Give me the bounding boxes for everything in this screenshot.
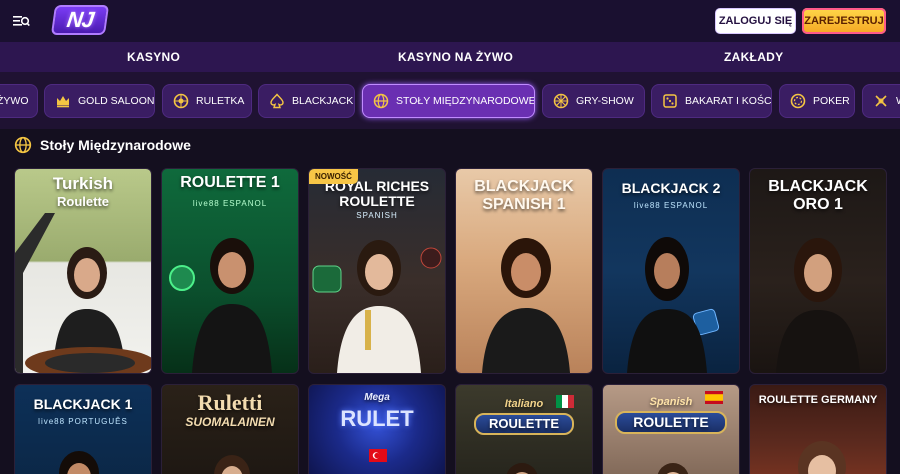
game-subtitle: ROULETTE (339, 193, 415, 209)
category-poker[interactable]: POKER (779, 84, 855, 118)
game-card-italiano-roulette[interactable]: Italiano ROULETTE (455, 384, 593, 474)
menu-search-icon[interactable] (12, 12, 30, 30)
register-button[interactable]: ZAREJESTRUJ (802, 8, 886, 34)
dealer-image (312, 240, 442, 373)
game-provider: live88 PORTUGUÊS (38, 417, 128, 426)
category-more[interactable]: W (862, 84, 900, 118)
crown-icon (57, 96, 69, 108)
turkey-flag-icon (369, 449, 387, 462)
game-provider: live88 ESPANOL (192, 199, 268, 208)
dealer-image (15, 213, 151, 373)
game-card-roulette-germany[interactable]: ROULETTE GERMANY (749, 384, 887, 474)
cards-icon (875, 95, 887, 107)
nav-sports-bets[interactable]: ZAKŁADY (724, 42, 783, 72)
game-card-blackjack-2[interactable]: BLACKJACK 2 live88 ESPANOL (602, 168, 740, 374)
globe-icon (14, 136, 32, 154)
game-title: BLACKJACK 2 (621, 180, 721, 196)
game-title: Turkish (52, 174, 114, 193)
game-card-royal-riches-roulette[interactable]: ROYAL RICHES ROULETTE SPANISH NOWOŚĆ (308, 168, 446, 374)
category-gold-saloon[interactable]: GOLD SALOON (44, 84, 155, 118)
game-title: Mega (364, 392, 390, 403)
category-blackjack[interactable]: BLACKJACK (258, 84, 355, 118)
game-subtitle: ORO 1 (793, 196, 843, 213)
game-title: BLACKJACK (474, 178, 574, 195)
game-title: Italiano (504, 398, 544, 410)
game-card-spanish-roulette[interactable]: Spanish ROULETTE (602, 384, 740, 474)
game-card-blackjack-oro-1[interactable]: BLACKJACK ORO 1 (749, 168, 887, 374)
game-card-roulette-1[interactable]: ROULETTE 1 live88 ESPANOL (161, 168, 299, 374)
game-title: ROULETTE GERMANY (758, 394, 878, 406)
dealer-image (169, 238, 272, 373)
game-subtitle: SUOMALAINEN (185, 415, 275, 429)
game-subtitle: SPANISH 1 (482, 196, 566, 213)
wheel-icon (553, 93, 569, 109)
category-game-shows[interactable]: GRY-SHOW (542, 84, 645, 118)
dealer-image (506, 463, 538, 474)
category-label: RULETKA (196, 95, 245, 107)
login-button[interactable]: ZALOGUJ SIĘ (715, 8, 796, 34)
nav-casino[interactable]: KASYNO (127, 42, 180, 72)
category-label: BAKARAT I KOŚCI (685, 95, 772, 107)
dealer-image (798, 441, 846, 474)
category-live[interactable]: ŻYWO (0, 84, 38, 118)
game-provider: live88 ESPANOL (633, 201, 709, 210)
game-title: BLACKJACK 1 (33, 396, 133, 412)
category-label: GRY-SHOW (576, 95, 634, 107)
spade-icon (270, 93, 284, 109)
new-badge: NOWOŚĆ (309, 169, 358, 184)
game-title: Ruletti (197, 390, 263, 415)
game-card-blackjack-spanish-1[interactable]: BLACKJACK SPANISH 1 (455, 168, 593, 374)
game-subtitle: Roulette (57, 194, 109, 209)
dealer-image (776, 238, 860, 373)
roulette-icon (173, 93, 189, 109)
category-roulette[interactable]: RULETKA (162, 84, 252, 118)
dealer-image (627, 237, 720, 373)
game-card-mega-rulet[interactable]: Mega RULET (308, 384, 446, 474)
category-label: W (896, 95, 900, 107)
category-label: POKER (813, 95, 850, 107)
category-label: STOŁY MIĘDZYNARODOWE (396, 95, 535, 107)
dealer-image (482, 238, 570, 373)
category-baccarat-dice[interactable]: BAKARAT I KOŚCI (651, 84, 772, 118)
category-label: ŻYWO (0, 95, 29, 107)
category-label: BLACKJACK (292, 95, 354, 107)
dealer-image (214, 455, 250, 474)
game-title: ROULETTE 1 (180, 174, 280, 191)
game-title: Spanish (649, 396, 693, 408)
dice-icon (663, 94, 677, 108)
main-navigation: KASYNO KASYNO NA ŻYWO ZAKŁADY (0, 42, 900, 72)
section-title-text: Stoły Międzynarodowe (40, 137, 191, 153)
section-title: Stoły Międzynarodowe (14, 135, 191, 155)
game-card-turkish-roulette[interactable]: Turkish Roulette (14, 168, 152, 374)
site-logo[interactable]: NJ (50, 5, 110, 35)
game-subtitle: ROULETTE (474, 413, 574, 435)
dealer-image (59, 451, 99, 474)
top-bar: NJ ZALOGUJ SIĘ ZAREJESTRUJ (0, 0, 900, 42)
poker-chip-icon (790, 93, 806, 109)
globe-icon (373, 93, 389, 109)
category-label: GOLD SALOON (78, 95, 155, 107)
game-card-blackjack-1[interactable]: BLACKJACK 1 live88 PORTUGUÊS (14, 384, 152, 474)
category-bar: ŻYWO GOLD SALOON RULETKA BLACKJACK STOŁY… (0, 72, 900, 129)
game-card-ruletti-suomalainen[interactable]: Ruletti SUOMALAINEN (161, 384, 299, 474)
game-subtitle: RULET (340, 406, 414, 431)
category-international-tables[interactable]: STOŁY MIĘDZYNARODOWE (362, 84, 535, 118)
game-title: BLACKJACK (768, 178, 868, 195)
game-subtitle: ROULETTE (615, 411, 727, 434)
dealer-image (657, 463, 689, 474)
nav-live-casino[interactable]: KASYNO NA ŻYWO (398, 42, 513, 72)
